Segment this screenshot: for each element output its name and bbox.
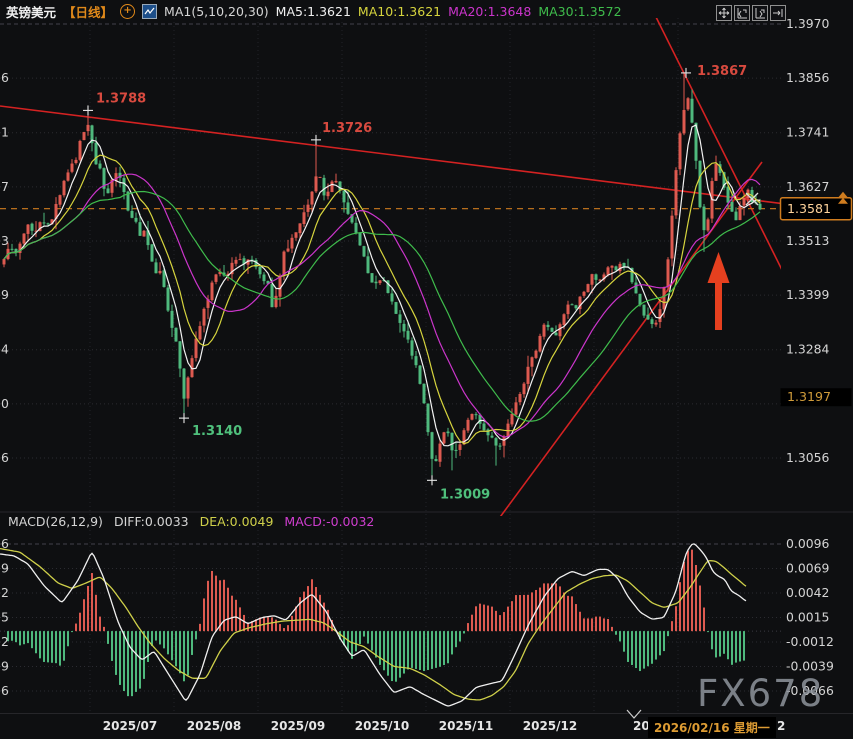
svg-text:1.3056: 1.3056 <box>786 450 829 465</box>
month-label: 2025/12 <box>523 719 577 733</box>
macd-header: MACD(26,12,9) DIFF:0.0033 DEA:0.0049 MAC… <box>8 514 374 529</box>
svg-text:-0.0012: -0.0012 <box>786 634 834 649</box>
svg-text:0.0015: 0.0015 <box>786 610 829 625</box>
macd-diff-value: DIFF:0.0033 <box>114 514 189 529</box>
svg-text:1.3581: 1.3581 <box>787 201 831 216</box>
svg-text:2: 2 <box>1 634 9 649</box>
svg-text:0.0042: 0.0042 <box>786 585 829 600</box>
date-tooltip: 2026/02/16 星期一 <box>648 717 776 738</box>
macd-params-label: MACD(26,12,9) <box>8 514 103 529</box>
x-axis-clipped-label: 2 <box>777 719 785 733</box>
scale-axis-left-button[interactable] <box>734 5 750 21</box>
scale-axis-right-button[interactable] <box>752 5 768 21</box>
svg-text:0.0096: 0.0096 <box>786 536 829 551</box>
chart-toolbar <box>716 5 786 21</box>
period-label: 【日线】 <box>63 2 113 21</box>
svg-text:9: 9 <box>1 561 9 576</box>
svg-text:1.3741: 1.3741 <box>786 125 829 140</box>
svg-text:1.3867: 1.3867 <box>697 64 747 79</box>
ma10-value: MA10:1.3621 <box>358 4 441 19</box>
symbol-title: 英镑美元 <box>6 2 56 21</box>
svg-text:0: 0 <box>1 396 9 411</box>
svg-text:1.3009: 1.3009 <box>440 487 490 502</box>
mini-chart-icon[interactable] <box>142 4 157 19</box>
ma-params-label: MA1(5,10,20,30) <box>164 4 269 19</box>
candlestick-series <box>3 73 762 480</box>
macd-histogram <box>7 550 745 696</box>
main-chart-area[interactable] <box>0 5 802 528</box>
svg-text:6: 6 <box>1 450 9 465</box>
svg-text:9: 9 <box>1 659 9 674</box>
chart-canvas[interactable]: 1.3788 1.3726 1.3867 1.3140 1.3009 1.3970 1.38… <box>0 0 853 739</box>
month-label: 2025/09 <box>271 719 325 733</box>
svg-text:1.3970: 1.3970 <box>786 16 829 31</box>
svg-text:1.3197: 1.3197 <box>787 389 831 404</box>
svg-text:5: 5 <box>1 610 9 625</box>
svg-text:6: 6 <box>1 683 9 698</box>
svg-text:1.3513: 1.3513 <box>786 233 829 248</box>
month-label: 2025/10 <box>355 719 409 733</box>
move-tool-button[interactable] <box>716 5 732 21</box>
dea-line <box>0 549 746 700</box>
ma20-line <box>4 174 760 437</box>
chart-app: 1.3788 1.3726 1.3867 1.3140 1.3009 1.3970 1.38… <box>0 0 853 739</box>
marked-price-label: 1.3197 <box>781 388 852 406</box>
ma20-value: MA20:1.3648 <box>448 4 531 19</box>
price-annotations: 1.3788 1.3726 1.3867 1.3140 1.3009 <box>83 64 747 502</box>
x-axis: 20 2026/02/16 星期一 2 2025/072025/082025/0… <box>0 716 853 739</box>
svg-text:6: 6 <box>1 536 9 551</box>
month-label: 2025/08 <box>187 719 241 733</box>
macd-macd-value: MACD:-0.0032 <box>284 514 374 529</box>
chart-header: 英镑美元 【日线】 + MA1(5,10,20,30) MA5:1.3621 M… <box>6 3 622 20</box>
ma30-value: MA30:1.3572 <box>538 4 621 19</box>
ma5-value: MA5:1.3621 <box>276 4 351 19</box>
price-axis: 1.3970 1.3856 1.3741 1.3627 1.3513 1.3399 1.32… <box>1 16 829 465</box>
svg-text:9: 9 <box>1 287 9 302</box>
svg-text:1: 1 <box>1 125 9 140</box>
svg-text:4: 4 <box>1 342 9 357</box>
svg-text:2: 2 <box>1 585 9 600</box>
svg-text:1.3726: 1.3726 <box>322 121 372 136</box>
svg-text:1.3788: 1.3788 <box>96 91 146 106</box>
watermark: FX678 <box>697 672 824 715</box>
up-arrow-annotation <box>708 252 730 330</box>
month-label: 2025/11 <box>439 719 493 733</box>
svg-text:3: 3 <box>1 233 9 248</box>
svg-text:1.3140: 1.3140 <box>192 424 242 439</box>
svg-text:6: 6 <box>1 70 9 85</box>
add-indicator-icon[interactable]: + <box>120 4 135 19</box>
macd-dea-value: DEA:0.0049 <box>200 514 274 529</box>
svg-text:0.0069: 0.0069 <box>786 561 829 576</box>
svg-text:1.3284: 1.3284 <box>786 342 829 357</box>
svg-text:1.3856: 1.3856 <box>786 70 829 85</box>
svg-text:1.3627: 1.3627 <box>786 179 829 194</box>
ma30-line <box>4 192 760 422</box>
go-to-latest-button[interactable] <box>770 5 786 21</box>
svg-text:1.3399: 1.3399 <box>786 287 829 302</box>
svg-text:7: 7 <box>1 179 9 194</box>
month-label: 2025/07 <box>103 719 157 733</box>
